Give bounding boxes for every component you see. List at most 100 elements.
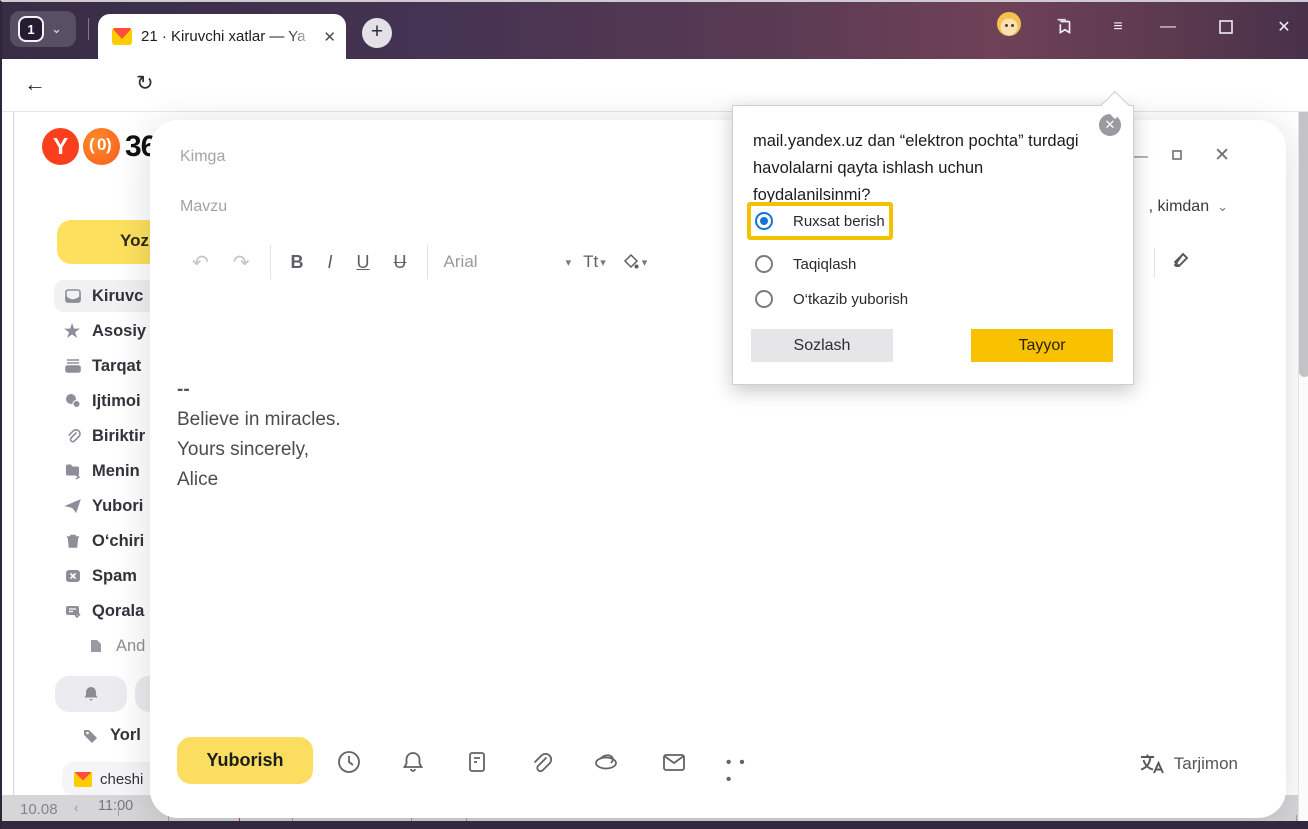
notify-bell-icon[interactable]	[400, 749, 426, 775]
translator-label: Tarjimon	[1174, 754, 1238, 774]
translate-icon	[1138, 752, 1164, 776]
inbox-icon	[64, 287, 82, 305]
reload-icon[interactable]: ↻	[136, 71, 154, 96]
body-line: Believe in miracles.	[177, 405, 341, 435]
tab-active[interactable]: 21 · Kiruvchi xatlar — Ya ✕	[98, 14, 346, 59]
chevron-down-icon: ⌄	[1217, 199, 1228, 214]
divider	[13, 112, 14, 824]
radio-option-allow[interactable]: Ruxsat berish	[755, 212, 885, 230]
tab-count-badge: 1	[18, 16, 44, 42]
sidebar-item-drafts[interactable]: Qorala	[54, 595, 150, 627]
compose-close-icon[interactable]: ✕	[1214, 144, 1230, 167]
bold-button[interactable]: B	[279, 252, 316, 273]
window-maximize-button[interactable]	[1206, 12, 1246, 42]
divider	[1154, 248, 1155, 278]
sidebar-item-main[interactable]: ★ Asosiy	[54, 315, 150, 347]
trash-icon	[64, 532, 82, 550]
sidebar-item-sent[interactable]: Yubori	[54, 490, 150, 522]
yandex-mail-360-logo: Y (0) 36	[42, 128, 156, 165]
attach-paperclip-icon[interactable]	[528, 749, 554, 775]
page-scrollbar-thumb[interactable]	[1299, 112, 1308, 377]
timeline-tick	[118, 806, 119, 816]
window-minimize-button[interactable]: —	[1148, 12, 1188, 42]
tag-icon	[82, 727, 100, 745]
account-switcher[interactable]: cheshi	[62, 762, 150, 796]
folder-arrow-icon	[64, 462, 82, 480]
compose-minimize-icon[interactable]: —	[1132, 148, 1148, 166]
body-line: Alice	[177, 465, 341, 495]
new-tab-button[interactable]: +	[362, 18, 392, 48]
dialog-close-icon[interactable]: ✕	[1099, 114, 1121, 136]
sidebar-item-inbox[interactable]: Kiruvc	[54, 280, 150, 312]
message-body[interactable]: -- Believe in miracles. Yours sincerely,…	[177, 375, 341, 495]
spam-icon	[64, 567, 82, 585]
settings-button[interactable]: Sozlash	[751, 329, 893, 362]
browser-window: 1 ⌄ 21 · Kiruvchi xatlar — Ya ✕ + ≡ — ✕ …	[0, 0, 1308, 829]
radio-icon[interactable]	[755, 290, 773, 308]
yandex-disk-icon[interactable]	[592, 749, 618, 775]
sidebar-item-subfolder[interactable]: And	[54, 630, 150, 662]
back-icon[interactable]: ←	[24, 71, 46, 97]
radio-option-skip[interactable]: O‘tkazib yuborish	[755, 290, 908, 308]
sidebar-item-trash[interactable]: O‘chiri	[54, 525, 150, 557]
notifications-button[interactable]	[55, 676, 127, 712]
chat-bubbles-icon	[64, 392, 82, 410]
angle-left-icon[interactable]: ‹	[74, 799, 79, 815]
send-button[interactable]: Yuborish	[177, 737, 313, 784]
sidebar-item-social[interactable]: Ijtimoi	[54, 385, 150, 417]
tab-close-icon[interactable]: ✕	[323, 28, 336, 46]
chevron-down-icon[interactable]: ⌄	[51, 21, 62, 37]
fill-color-icon[interactable]	[606, 253, 642, 271]
tab-bar: 1 ⌄ 21 · Kiruvchi xatlar — Ya ✕ + ≡ — ✕	[2, 2, 1308, 59]
envelope-icon[interactable]	[660, 749, 686, 775]
more-options-icon[interactable]: • • •	[726, 754, 752, 780]
profile-avatar[interactable]	[997, 12, 1021, 36]
redo-icon[interactable]: ↷	[221, 250, 262, 275]
compose-restore-icon[interactable]	[1172, 150, 1182, 160]
dialog-message: mail.yandex.uz dan “elektron pochta” tur…	[753, 128, 1093, 209]
radio-icon[interactable]	[755, 255, 773, 273]
undo-icon[interactable]: ↶	[180, 250, 221, 275]
divider	[270, 245, 271, 279]
mail-stack-icon	[64, 357, 82, 375]
paper-plane-icon	[64, 497, 82, 515]
settings-button[interactable]	[135, 676, 150, 712]
tab-groups-icon[interactable]	[1044, 12, 1084, 42]
body-line: Yours sincerely,	[177, 435, 341, 465]
underline-button[interactable]: U	[345, 252, 382, 273]
sidebar-item-labels[interactable]: Yorl	[82, 726, 141, 745]
font-size-button[interactable]: Tt	[571, 252, 600, 272]
menu-icon[interactable]: ≡	[1098, 12, 1138, 42]
sidebar-item-attachments[interactable]: Biriktir	[54, 420, 150, 452]
window-close-button[interactable]: ✕	[1264, 12, 1304, 42]
360-logo-icon: (0)	[83, 128, 120, 165]
subject-field[interactable]: Mavzu	[180, 198, 227, 216]
to-field[interactable]: Kimga	[180, 148, 225, 166]
clear-formatting-icon[interactable]	[1170, 250, 1192, 272]
done-button[interactable]: Tayyor	[971, 329, 1113, 362]
template-note-icon[interactable]	[464, 749, 490, 775]
sidebar-item-mailings[interactable]: Tarqat	[54, 350, 150, 382]
divider	[427, 245, 428, 279]
sidebar-item-spam[interactable]: Spam	[54, 560, 150, 592]
strikethrough-button[interactable]: U	[382, 252, 419, 273]
radio-option-deny[interactable]: Taqiqlash	[755, 255, 856, 273]
cc-from-link[interactable]: , kimdan⌄	[1149, 198, 1228, 216]
mail-page: Y (0) 36 Yoz Kiruvc ★ Asosiy Tarqat	[2, 112, 1308, 824]
permission-dialog: ✕ mail.yandex.uz dan “elektron pochta” t…	[732, 105, 1134, 385]
yandex-logo-icon: Y	[42, 128, 79, 165]
tab-counter-button[interactable]: 1 ⌄	[10, 11, 76, 47]
translator-button[interactable]: Tarjimon	[1138, 752, 1238, 776]
radio-selected-icon[interactable]	[755, 212, 773, 230]
caret-down-icon[interactable]: ▾	[642, 256, 648, 269]
timeline-time: 11:00	[98, 798, 133, 814]
font-family-select[interactable]: Arial	[436, 252, 486, 272]
italic-button[interactable]: I	[316, 252, 345, 273]
yandex-mail-favicon-icon	[112, 28, 132, 45]
paperclip-icon	[64, 427, 82, 445]
page-scrollbar-track[interactable]	[1298, 112, 1308, 824]
compose-mail-button[interactable]: Yoz	[57, 220, 150, 264]
schedule-send-clock-icon[interactable]	[336, 749, 362, 775]
sidebar-item-my-folders[interactable]: Menin	[54, 455, 150, 487]
file-icon	[88, 638, 106, 654]
